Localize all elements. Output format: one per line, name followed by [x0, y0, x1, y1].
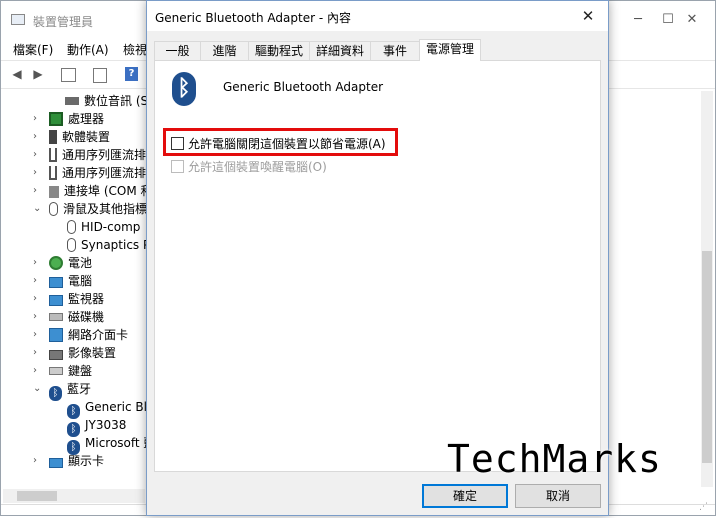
horizontal-scrollbar[interactable]	[3, 489, 145, 503]
techmarks-watermark: TechMarks	[447, 437, 662, 481]
usb-icon	[49, 166, 57, 180]
camera-icon	[49, 350, 63, 360]
tree-item-ports[interactable]: › 連接埠 (COM 和	[33, 182, 153, 200]
page-icon[interactable]	[93, 68, 107, 83]
tree-item-computer[interactable]: › 電腦	[33, 272, 92, 290]
allow-power-off-checkbox[interactable]	[171, 137, 184, 150]
tree-item-bluetooth[interactable]: ⌄ ᛒ 藍牙	[33, 380, 91, 401]
software-device-icon	[49, 130, 57, 144]
cancel-button[interactable]: 取消	[515, 484, 601, 508]
ok-button[interactable]: 確定	[422, 484, 508, 508]
tree-item-usb-1[interactable]: › 通用序列匯流排	[33, 146, 146, 164]
tab-general[interactable]: 一般	[154, 41, 201, 60]
dialog-close-button[interactable]: ✕	[574, 5, 602, 27]
tree-item-disk[interactable]: › 磁碟機	[33, 308, 104, 326]
tree-item-network[interactable]: › 網路介面卡	[33, 326, 128, 344]
disk-icon	[49, 313, 63, 321]
tree-item-audio[interactable]: 數位音訊 (S	[65, 92, 148, 110]
horizontal-scrollbar-thumb[interactable]	[17, 491, 57, 501]
menu-action[interactable]: 動作(A)	[67, 41, 109, 58]
computer-icon	[49, 277, 63, 288]
port-icon	[49, 186, 59, 198]
menu-view[interactable]: 檢視	[123, 41, 147, 58]
bluetooth-icon: ᛒ	[172, 72, 196, 106]
tree-item-imaging[interactable]: › 影像裝置	[33, 344, 116, 362]
processor-icon	[49, 112, 63, 126]
chevron-right-icon[interactable]: ›	[33, 362, 43, 380]
allow-wake-option: 允許這個裝置喚醒電腦(O)	[171, 159, 327, 175]
chevron-right-icon[interactable]: ›	[33, 110, 43, 128]
device-manager-app-icon	[11, 14, 25, 25]
tree-item-synaptics[interactable]: Synaptics P	[67, 236, 150, 254]
chevron-right-icon[interactable]: ›	[33, 308, 43, 326]
tab-advanced[interactable]: 進階	[200, 41, 249, 60]
tree-item-jy3038[interactable]: ᛒ JY3038	[67, 416, 126, 437]
properties-view-icon[interactable]	[61, 68, 76, 82]
chevron-down-icon[interactable]: ⌄	[33, 200, 43, 218]
chevron-right-icon[interactable]: ›	[33, 128, 43, 146]
keyboard-icon	[49, 367, 63, 375]
network-icon	[49, 328, 63, 342]
allow-power-off-option[interactable]: 允許電腦關閉這個裝置以節省電源(A)	[171, 136, 386, 152]
chevron-right-icon[interactable]: ›	[33, 326, 43, 344]
tab-events[interactable]: 事件	[370, 41, 420, 60]
tree-item-monitor[interactable]: › 監視器	[33, 290, 104, 308]
power-management-panel: ᛒ Generic Bluetooth Adapter 允許電腦關閉這個裝置以節…	[154, 60, 601, 472]
chevron-right-icon[interactable]: ›	[33, 182, 43, 200]
minimize-button[interactable]: ─	[623, 9, 653, 31]
tree-item-software-device[interactable]: › 軟體裝置	[33, 128, 110, 146]
mouse-icon	[67, 220, 76, 234]
dialog-title: Generic Bluetooth Adapter - 內容	[155, 11, 351, 25]
tab-details[interactable]: 詳細資料	[309, 41, 371, 60]
allow-power-off-label: 允許電腦關閉這個裝置以節省電源(A)	[188, 137, 386, 151]
device-manager-title: 裝置管理員	[33, 15, 94, 29]
battery-icon	[49, 256, 63, 270]
allow-wake-checkbox	[171, 160, 184, 173]
close-button[interactable]: ✕	[677, 9, 707, 31]
chevron-down-icon[interactable]: ⌄	[33, 380, 43, 398]
dialog-titlebar: Generic Bluetooth Adapter - 內容 ✕	[147, 1, 608, 31]
chevron-right-icon[interactable]: ›	[33, 146, 43, 164]
mouse-icon	[67, 238, 76, 252]
tree-item-usb-2[interactable]: › 通用序列匯流排	[33, 164, 146, 182]
chevron-right-icon[interactable]: ›	[33, 272, 43, 290]
tree-item-microsoft-bluetooth[interactable]: ᛒ Microsoft 藍	[67, 434, 155, 455]
audio-icon	[65, 97, 79, 105]
allow-wake-label: 允許這個裝置喚醒電腦(O)	[188, 160, 327, 174]
chevron-right-icon[interactable]: ›	[33, 254, 43, 272]
forward-arrow-icon[interactable]: ▶	[30, 66, 46, 82]
chevron-right-icon[interactable]: ›	[33, 164, 43, 182]
device-tree: 數位音訊 (S › 處理器 › 軟體裝置 › 通用序列匯流排 › 通用序列匯流排…	[1, 88, 155, 488]
chevron-right-icon[interactable]: ›	[33, 452, 43, 470]
help-icon[interactable]: ?	[125, 67, 138, 81]
tree-item-keyboard[interactable]: › 鍵盤	[33, 362, 92, 380]
display-adapter-icon	[49, 458, 63, 468]
tab-driver[interactable]: 驅動程式	[248, 41, 310, 60]
bluetooth-icon: ᛒ	[49, 386, 62, 401]
device-name: Generic Bluetooth Adapter	[223, 80, 384, 94]
chevron-right-icon[interactable]: ›	[33, 290, 43, 308]
mouse-icon	[49, 202, 58, 216]
tab-power-management[interactable]: 電源管理	[419, 39, 481, 61]
vertical-scrollbar[interactable]	[701, 91, 713, 487]
monitor-icon	[49, 295, 63, 306]
tree-item-display-adapter[interactable]: › 顯示卡	[33, 452, 104, 470]
tree-item-hid-mouse[interactable]: HID-comp	[67, 218, 140, 236]
chevron-right-icon[interactable]: ›	[33, 344, 43, 362]
tree-item-battery[interactable]: › 電池	[33, 254, 92, 272]
tree-item-generic-bluetooth[interactable]: ᛒ Generic Blu	[67, 398, 155, 419]
vertical-scrollbar-thumb[interactable]	[702, 251, 712, 463]
tree-item-mice[interactable]: ⌄ 滑鼠及其他指標	[33, 200, 147, 218]
back-arrow-icon[interactable]: ◀	[9, 66, 25, 82]
usb-icon	[49, 148, 57, 162]
resize-grip-icon[interactable]: ⋰	[699, 502, 711, 512]
tree-item-processor[interactable]: › 處理器	[33, 110, 104, 128]
menu-file[interactable]: 檔案(F)	[13, 41, 53, 58]
